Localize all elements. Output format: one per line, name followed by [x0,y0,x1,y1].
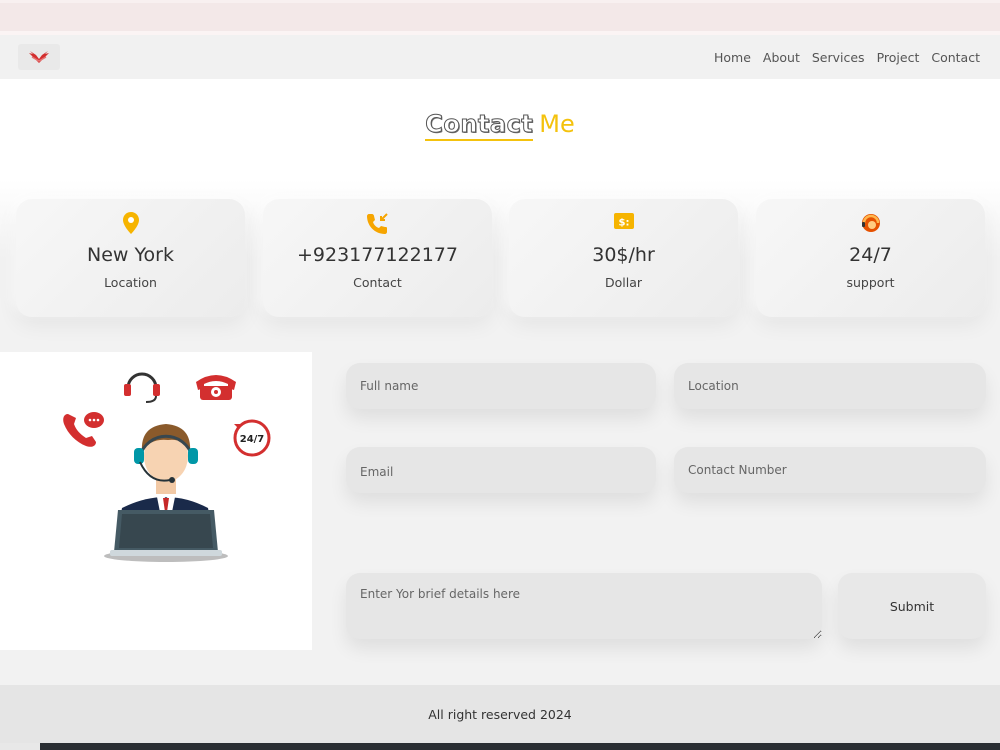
location-input[interactable] [674,363,986,409]
contact-card: +923177122177 Contact [263,199,492,317]
page-title: Contact Me [0,110,1000,141]
badge-text: 24/7 [240,434,265,445]
contact-value: +923177122177 [297,244,458,266]
footer: All right reserved 2024 [0,685,1000,743]
nav-links: Home About Services Project Contact [714,35,980,79]
rate-label: Dollar [604,275,643,290]
badge-247-icon: 24/7 [233,419,271,457]
footer-copyright: All right reserved 2024 [428,706,572,722]
email-input[interactable] [346,447,656,493]
rotary-phone-icon [196,375,236,400]
details-textarea[interactable] [346,573,822,639]
taskbar [0,743,1000,750]
nav-project-link[interactable]: Project [877,50,920,65]
rate-value: 30$/hr [592,244,655,266]
location-pin-icon [16,211,245,237]
location-value: New York [86,244,174,266]
support-card: 24/7 support [756,199,985,317]
phone-call-icon [263,211,492,237]
svg-text:$:: $: [618,218,629,229]
nav-home-link[interactable]: Home [714,50,751,65]
nav-contact-link[interactable]: Contact [931,50,980,65]
laptop-icon [104,510,228,562]
full-name-input[interactable] [346,363,656,409]
location-card: New York Location [16,199,245,317]
browser-top-strip [0,0,1000,32]
wings-logo-icon[interactable] [18,44,60,70]
navbar: Home About Services Project Contact [0,35,1000,79]
nav-about-link[interactable]: About [763,50,800,65]
contact-label: Contact [353,275,402,290]
location-label: Location [104,275,157,290]
title-word-contact: Contact [425,110,534,141]
support-agent-illustration: 24/7 [0,352,312,650]
dollar-bill-icon: $: [509,211,738,237]
rate-card: $: 30$/hr Dollar [509,199,738,317]
phone-chat-icon [63,412,104,447]
submit-button[interactable]: Submit [838,573,986,639]
support-agent-icon [756,211,985,237]
contact-number-input[interactable] [674,447,986,493]
support-label: support [846,275,895,290]
title-word-me: Me [539,110,575,138]
nav-services-link[interactable]: Services [812,50,865,65]
headset-icon [124,372,160,403]
support-value: 24/7 [849,244,892,266]
